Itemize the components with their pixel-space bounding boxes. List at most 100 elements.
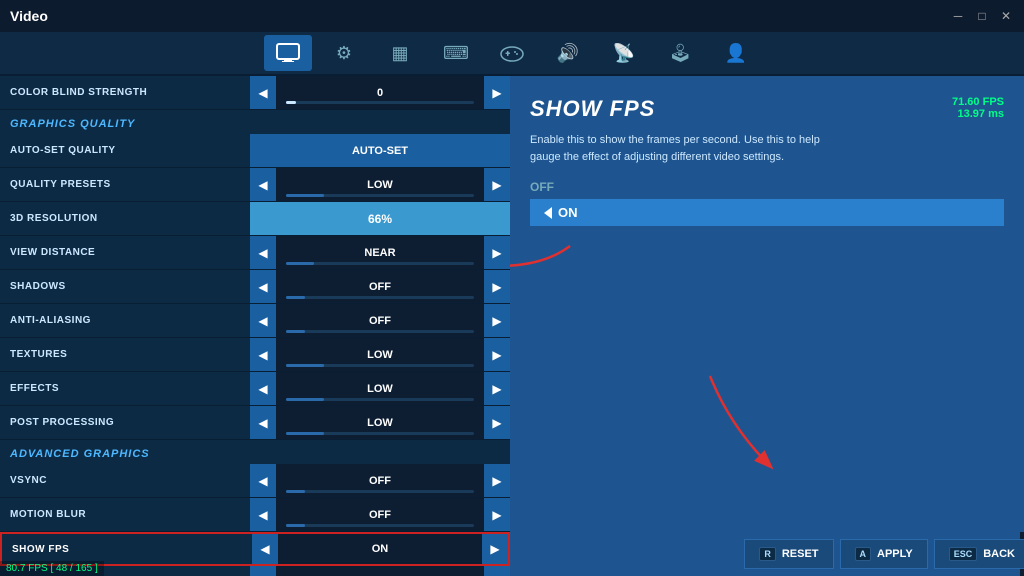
motion-blur-left[interactable]: ◀	[250, 498, 276, 531]
show-fps-value: ON	[278, 534, 482, 564]
tab-user[interactable]: 👤	[712, 35, 760, 71]
main-content: COLOR BLIND STRENGTH ◀ 0 ▶ GRAPHICS QUAL…	[0, 76, 1024, 576]
back-button[interactable]: ESC BACK	[934, 539, 1024, 569]
auto-set-quality-control: AUTO-SET	[250, 134, 510, 167]
tab-keyboard[interactable]: ⌨	[432, 35, 480, 71]
tab-audio[interactable]: 🔊	[544, 35, 592, 71]
setting-textures: TEXTURES ◀ LOW ▶	[0, 338, 510, 372]
tab-display[interactable]: ▦	[376, 35, 424, 71]
view-distance-control: ◀ NEAR ▶	[250, 236, 510, 269]
shadows-label: SHADOWS	[0, 281, 250, 292]
directx-version-left[interactable]: ◀	[250, 566, 276, 576]
vsync-value: OFF	[276, 464, 484, 497]
color-blind-strength-label: COLOR BLIND STRENGTH	[0, 87, 250, 98]
vsync-left[interactable]: ◀	[250, 464, 276, 497]
show-fps-control: ◀ ON ▶	[252, 534, 508, 564]
tab-network[interactable]: 📡	[600, 35, 648, 71]
reset-button[interactable]: R RESET	[744, 539, 833, 569]
color-blind-strength-control: ◀ 0 ▶	[250, 76, 510, 109]
fps-value: 71.60 FPS	[952, 96, 1004, 108]
directx-version-value: DIRECTX 12 (BETA)	[276, 566, 484, 576]
post-processing-right[interactable]: ▶	[484, 406, 510, 439]
color-blind-strength-left[interactable]: ◀	[250, 76, 276, 109]
post-processing-label: POST PROCESSING	[0, 417, 250, 428]
auto-set-quality-label: AUTO-SET QUALITY	[0, 145, 250, 156]
close-btn[interactable]: ✕	[998, 8, 1014, 24]
fps-stats: 71.60 FPS 13.97 ms	[952, 96, 1004, 120]
show-fps-left[interactable]: ◀	[252, 534, 278, 564]
anti-aliasing-right[interactable]: ▶	[484, 304, 510, 337]
detail-title: SHOW FPS	[530, 96, 1004, 122]
setting-vsync: VSYNC ◀ OFF ▶	[0, 464, 510, 498]
textures-right[interactable]: ▶	[484, 338, 510, 371]
apply-button[interactable]: A APPLY	[840, 539, 928, 569]
reset-key: R	[759, 547, 776, 561]
motion-blur-label: MOTION BLUR	[0, 509, 250, 520]
effects-label: EFFECTS	[0, 383, 250, 394]
minimize-btn[interactable]: ─	[950, 8, 966, 24]
vsync-right[interactable]: ▶	[484, 464, 510, 497]
show-fps-label: SHOW FPS	[2, 544, 252, 555]
view-distance-left[interactable]: ◀	[250, 236, 276, 269]
back-key: ESC	[949, 547, 978, 561]
post-processing-left[interactable]: ◀	[250, 406, 276, 439]
option-off[interactable]: OFF	[530, 180, 1004, 194]
setting-color-blind-strength: COLOR BLIND STRENGTH ◀ 0 ▶	[0, 76, 510, 110]
directx-version-right[interactable]: ▶	[484, 566, 510, 576]
motion-blur-right[interactable]: ▶	[484, 498, 510, 531]
auto-set-quality-btn[interactable]: AUTO-SET	[250, 134, 510, 167]
back-label: BACK	[983, 548, 1015, 560]
setting-motion-blur: MOTION BLUR ◀ OFF ▶	[0, 498, 510, 532]
maximize-btn[interactable]: □	[974, 8, 990, 24]
advanced-graphics-header: ADVANCED GRAPHICS	[0, 440, 510, 464]
show-fps-right[interactable]: ▶	[482, 534, 508, 564]
motion-blur-control: ◀ OFF ▶	[250, 498, 510, 531]
reset-label: RESET	[782, 548, 819, 560]
directx-version-control: ◀ DIRECTX 12 (BETA) ▶	[250, 566, 510, 576]
window-controls: ─ □ ✕	[950, 8, 1014, 24]
quality-presets-right[interactable]: ▶	[484, 168, 510, 201]
shadows-value: OFF	[276, 270, 484, 303]
anti-aliasing-value: OFF	[276, 304, 484, 337]
textures-control: ◀ LOW ▶	[250, 338, 510, 371]
tab-video[interactable]	[264, 35, 312, 71]
setting-shadows: SHADOWS ◀ OFF ▶	[0, 270, 510, 304]
post-processing-control: ◀ LOW ▶	[250, 406, 510, 439]
shadows-right[interactable]: ▶	[484, 270, 510, 303]
motion-blur-value: OFF	[276, 498, 484, 531]
apply-key: A	[855, 547, 872, 561]
setting-anti-aliasing: ANTI-ALIASING ◀ OFF ▶	[0, 304, 510, 338]
setting-3d-resolution: 3D RESOLUTION 66%	[0, 202, 510, 236]
textures-left[interactable]: ◀	[250, 338, 276, 371]
3d-resolution-label: 3D RESOLUTION	[0, 213, 250, 224]
bottom-bar: R RESET A APPLY ESC BACK	[1020, 532, 1024, 576]
color-blind-strength-value: 0	[276, 76, 484, 109]
ms-value: 13.97 ms	[952, 108, 1004, 120]
selection-indicator	[544, 207, 552, 219]
vsync-control: ◀ OFF ▶	[250, 464, 510, 497]
effects-right[interactable]: ▶	[484, 372, 510, 405]
quality-presets-value: LOW	[276, 168, 484, 201]
effects-left[interactable]: ◀	[250, 372, 276, 405]
quality-presets-left[interactable]: ◀	[250, 168, 276, 201]
titlebar: Video ─ □ ✕	[0, 0, 1024, 32]
color-blind-strength-right[interactable]: ▶	[484, 76, 510, 109]
tab-gamepad[interactable]: 🕹	[656, 35, 704, 71]
setting-view-distance: VIEW DISTANCE ◀ NEAR ▶	[0, 236, 510, 270]
graphics-quality-header: GRAPHICS QUALITY	[0, 110, 510, 134]
option-on-selected[interactable]: ON	[530, 199, 1004, 226]
window-title: Video	[10, 8, 48, 24]
tab-controller[interactable]	[488, 35, 536, 71]
settings-panel: COLOR BLIND STRENGTH ◀ 0 ▶ GRAPHICS QUAL…	[0, 76, 510, 576]
detail-panel: 71.60 FPS 13.97 ms SHOW FPS Enable this …	[510, 76, 1024, 576]
view-distance-label: VIEW DISTANCE	[0, 247, 250, 258]
setting-quality-presets: QUALITY PRESETS ◀ LOW ▶	[0, 168, 510, 202]
view-distance-value: NEAR	[276, 236, 484, 269]
setting-effects: EFFECTS ◀ LOW ▶	[0, 372, 510, 406]
nav-tabs: ⚙ ▦ ⌨ 🔊 📡 🕹 👤	[0, 32, 1024, 76]
anti-aliasing-left[interactable]: ◀	[250, 304, 276, 337]
shadows-left[interactable]: ◀	[250, 270, 276, 303]
shadows-control: ◀ OFF ▶	[250, 270, 510, 303]
view-distance-right[interactable]: ▶	[484, 236, 510, 269]
tab-settings[interactable]: ⚙	[320, 35, 368, 71]
